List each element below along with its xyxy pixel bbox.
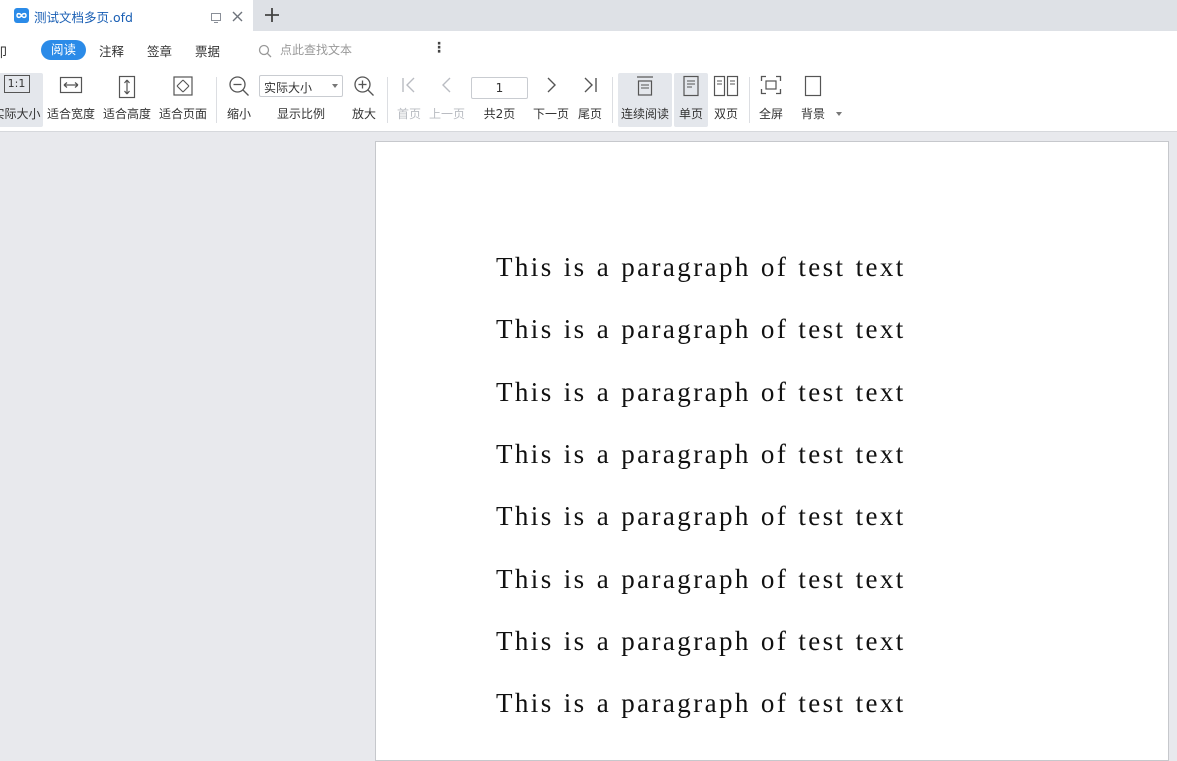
last-page-icon (581, 75, 599, 99)
zoom-out-icon (228, 75, 250, 101)
next-page-button[interactable]: 下一页 (531, 75, 571, 125)
float-window-icon[interactable] (210, 9, 222, 28)
prev-page-label: 上一页 (428, 107, 465, 121)
menu-invoice[interactable]: 票据 (195, 41, 220, 60)
paragraph-text: This is a paragraph of test text (496, 314, 906, 344)
background-dropdown-icon[interactable] (836, 112, 842, 116)
search-icon (258, 43, 272, 62)
fit-page-icon (172, 75, 194, 101)
fit-page-label: 适合页面 (158, 107, 207, 121)
chevron-left-icon (439, 75, 455, 99)
fit-actual-size-label: 实际大小 (0, 107, 41, 121)
actual-size-icon-text: 1:1 (7, 77, 26, 90)
zoom-ratio-label: 显示比例 (276, 107, 325, 121)
ofd-file-icon (14, 8, 29, 23)
first-page-button[interactable]: 首页 (393, 75, 425, 125)
fit-height-icon (117, 75, 137, 103)
page-number-input[interactable] (471, 77, 528, 99)
document-viewport[interactable]: This is a paragraph of test text This is… (0, 132, 1177, 761)
zoom-in-label: 放大 (351, 107, 376, 121)
paragraph-text: This is a paragraph of test text (496, 501, 906, 531)
toolbar-divider (612, 77, 613, 123)
paragraph-text: This is a paragraph of test text (496, 688, 906, 718)
more-options-icon[interactable]: ⋮ (432, 40, 446, 56)
search-box[interactable] (258, 41, 420, 62)
paragraph-text: This is a paragraph of test text (496, 626, 906, 656)
tab-title: 测试文档多页.ofd (34, 10, 133, 25)
fit-width-button[interactable]: 适合宽度 (45, 75, 97, 125)
last-page-button[interactable]: 尾页 (574, 75, 606, 125)
chevron-right-icon (543, 75, 559, 99)
fullscreen-label: 全屏 (758, 107, 783, 121)
paragraph-text: This is a paragraph of test text (496, 439, 906, 469)
new-tab-icon[interactable] (262, 5, 282, 29)
actual-size-icon: 1:1 (3, 75, 30, 93)
zoom-select[interactable]: 实际大小 (259, 75, 343, 97)
toolbar-divider (387, 77, 388, 123)
toolbar-divider (749, 77, 750, 123)
background-icon (804, 75, 822, 101)
zoom-out-button[interactable]: 缩小 (222, 75, 256, 125)
next-page-label: 下一页 (532, 107, 569, 121)
tab-strip: 测试文档多页.ofd (0, 0, 1177, 31)
continuous-read-icon (635, 75, 655, 101)
zoom-in-icon (353, 75, 375, 101)
fit-height-label: 适合高度 (102, 107, 151, 121)
toolbar: 1:1 实际大小 适合宽度 适合高度 适合页面 缩小 实际大小 显示比例 (0, 67, 1177, 132)
page-total-label: 共2页 (483, 107, 516, 121)
paragraph-text: This is a paragraph of test text (496, 564, 906, 594)
fit-width-icon (59, 75, 83, 99)
background-button[interactable]: 背景 (796, 75, 830, 125)
zoom-out-label: 缩小 (226, 107, 251, 121)
background-label: 背景 (800, 107, 825, 121)
search-input[interactable] (280, 41, 420, 59)
menu-read[interactable]: 阅读 (41, 40, 87, 60)
fit-actual-size-button[interactable]: 1:1 实际大小 (0, 73, 43, 127)
paragraph-text: This is a paragraph of test text (496, 252, 906, 282)
prev-page-button[interactable]: 上一页 (427, 75, 467, 125)
continuous-read-button[interactable]: 连续阅读 (618, 73, 672, 127)
single-page-button[interactable]: 单页 (674, 73, 708, 127)
menu-bar: 印 阅读 注释 签章 票据 ⋮ (0, 31, 1177, 67)
menu-sign[interactable]: 签章 (147, 41, 172, 60)
fullscreen-button[interactable]: 全屏 (754, 75, 788, 125)
double-page-button[interactable]: 双页 (709, 75, 743, 125)
document-tab[interactable]: 测试文档多页.ofd (0, 0, 253, 31)
single-page-label: 单页 (678, 107, 703, 121)
fullscreen-icon (760, 75, 782, 99)
paragraph-text: This is a paragraph of test text (496, 377, 906, 407)
continuous-read-label: 连续阅读 (620, 107, 669, 121)
first-page-icon (400, 75, 418, 99)
fit-page-button[interactable]: 适合页面 (157, 75, 209, 125)
single-page-icon (682, 75, 700, 101)
fit-height-button[interactable]: 适合高度 (101, 75, 153, 125)
zoom-select-value: 实际大小 (264, 81, 313, 95)
first-page-label: 首页 (396, 107, 421, 121)
fit-width-label: 适合宽度 (46, 107, 95, 121)
document-page: This is a paragraph of test text This is… (375, 141, 1169, 761)
menu-annotate[interactable]: 注释 (99, 41, 124, 60)
double-page-icon (713, 75, 739, 101)
double-page-label: 双页 (713, 107, 738, 121)
menu-item-truncated[interactable]: 印 (0, 42, 7, 61)
last-page-label: 尾页 (577, 107, 602, 121)
close-tab-icon[interactable] (231, 8, 244, 27)
chevron-down-icon (332, 84, 338, 88)
zoom-in-button[interactable]: 放大 (347, 75, 381, 125)
toolbar-divider (216, 77, 217, 123)
